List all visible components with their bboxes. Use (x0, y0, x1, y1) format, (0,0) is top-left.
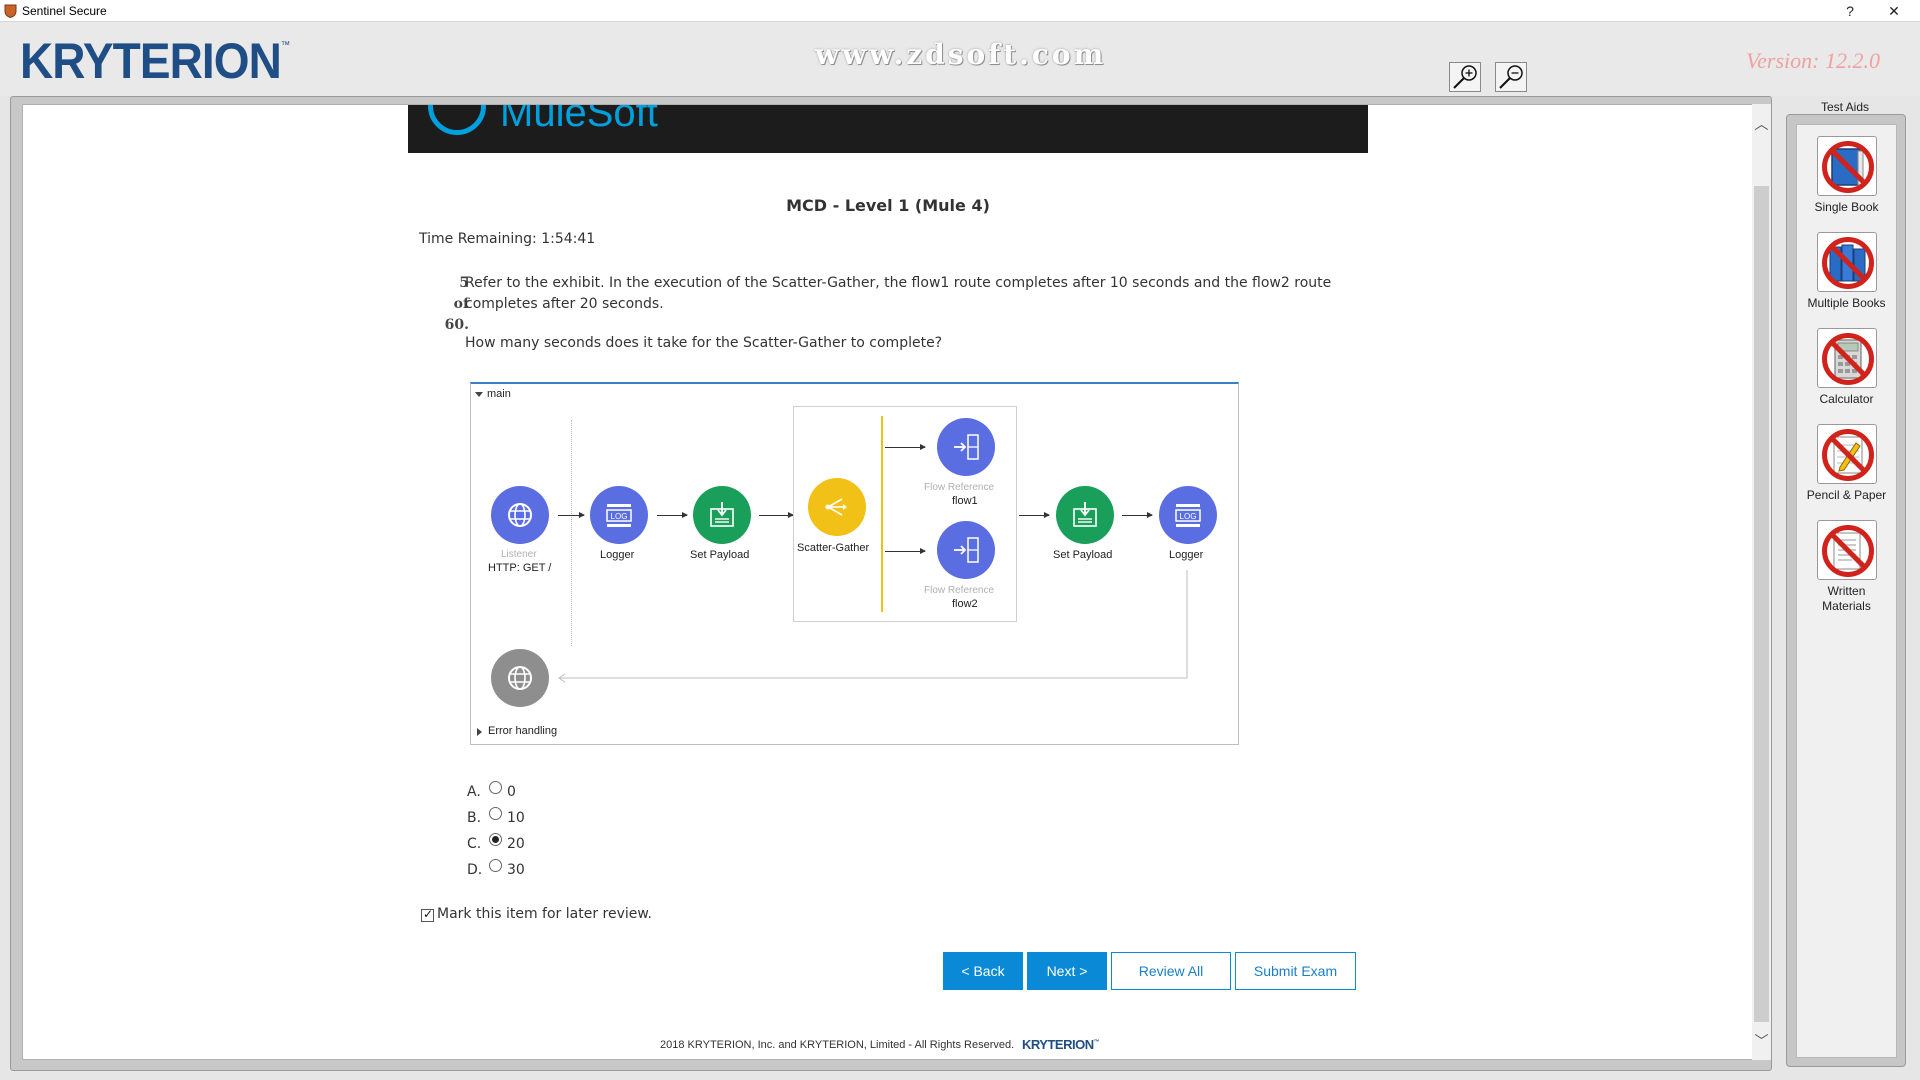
help-button[interactable]: ? (1830, 1, 1870, 21)
question-total: 60. (444, 317, 469, 333)
answer-value: 20 (507, 836, 525, 852)
scroll-down-icon[interactable]: ﹀ (1752, 1031, 1771, 1051)
pencil-paper-icon (1816, 424, 1877, 484)
scroll-thumb[interactable] (1754, 186, 1769, 1022)
time-remaining: Time Remaining: 1:54:41 (419, 231, 596, 247)
answer-radio-a[interactable] (489, 781, 502, 794)
close-window-button[interactable]: ✕ (1874, 1, 1914, 21)
calculator-icon (1816, 328, 1877, 388)
return-path-line (558, 570, 1188, 683)
footer-logo: KRYTERION™ (1022, 1037, 1100, 1052)
test-aids-title: Test Aids (1820, 100, 1870, 114)
answer-radio-c[interactable] (489, 833, 502, 846)
next-button[interactable]: Next > (1027, 952, 1107, 990)
exhibit-diagram: main Listener HTTP: GET / LOG Logger Set… (470, 382, 1239, 745)
aid-label: Calculator (1819, 392, 1874, 406)
aid-multiple-books[interactable]: Multiple Books (1796, 232, 1897, 311)
mark-for-review-label: Mark this item for later review. (437, 906, 652, 922)
exam-title: MCD - Level 1 (Mule 4) (786, 196, 990, 215)
answer-radio-d[interactable] (489, 859, 502, 872)
question-current: 5 (459, 275, 469, 291)
vertical-scrollbar[interactable]: ︿ ﹀ (1752, 104, 1771, 1060)
mulesoft-logo-icon (428, 105, 486, 135)
error-handling-label: Error handling (488, 725, 558, 737)
scroll-up-icon[interactable]: ︿ (1752, 114, 1771, 134)
aid-calculator[interactable]: Calculator (1796, 328, 1897, 407)
prohibited-icon (1821, 237, 1874, 289)
prohibited-icon (1821, 141, 1874, 193)
answer-letter: B. (467, 810, 482, 826)
answer-value: 0 (507, 784, 516, 800)
review-all-button[interactable]: Review All (1111, 952, 1231, 990)
zoom-out-button[interactable] (1495, 62, 1527, 92)
question-number: 5 of 60. (423, 273, 469, 336)
prohibited-icon (1821, 429, 1874, 481)
footer-logo-text: KRYTERION (1022, 1037, 1094, 1052)
prohibited-icon (1821, 525, 1874, 577)
app-header: KRYTERION™ www.zdsoft.com Version: 12.2.… (0, 22, 1920, 96)
mulesoft-banner: MuleSoft (408, 105, 1368, 153)
aid-label: Written Materials (1822, 584, 1871, 613)
zoom-in-icon (1453, 65, 1477, 89)
exam-content: MuleSoft MCD - Level 1 (Mule 4) Time Rem… (22, 104, 1753, 1060)
aid-written-materials[interactable]: Written Materials (1796, 520, 1897, 614)
multiple-books-icon (1816, 232, 1877, 292)
answer-letter: C. (467, 836, 482, 852)
logo-tm: ™ (280, 40, 291, 51)
mark-for-review-checkbox[interactable] (421, 907, 434, 922)
logo-text: KRYTERION (20, 33, 282, 89)
back-button[interactable]: < Back (943, 952, 1023, 990)
aid-label: Multiple Books (1807, 296, 1886, 310)
window-title-bar: Sentinel Secure ? ✕ (0, 0, 1920, 22)
aid-label: Single Book (1814, 200, 1879, 214)
single-book-icon (1816, 136, 1877, 196)
kryterion-logo: KRYTERION™ (20, 32, 290, 90)
shield-app-icon (4, 4, 17, 18)
banner-brand: MuleSoft (500, 105, 658, 135)
answer-letter: A. (467, 784, 481, 800)
zoom-in-button[interactable] (1449, 62, 1481, 92)
aid-single-book[interactable]: Single Book (1796, 136, 1897, 215)
prohibited-icon (1821, 333, 1874, 385)
answer-letter: D. (467, 862, 483, 878)
question-of: of (453, 296, 469, 312)
footer-copyright: 2018 KRYTERION, Inc. and KRYTERION, Limi… (660, 1039, 1015, 1051)
zoom-out-icon (1499, 65, 1523, 89)
watermark-text: www.zdsoft.com (815, 38, 1107, 71)
submit-exam-button[interactable]: Submit Exam (1235, 952, 1356, 990)
error-handler-node (491, 649, 549, 707)
version-label: Version: 12.2.0 (1746, 48, 1880, 73)
globe-icon (508, 666, 532, 690)
answer-value: 30 (507, 862, 525, 878)
written-materials-icon (1816, 520, 1877, 580)
question-ask: How many seconds does it take for the Sc… (465, 335, 943, 351)
question-text: Refer to the exhibit. In the execution o… (465, 275, 1332, 312)
answer-value: 10 (507, 810, 525, 826)
aid-label: Pencil & Paper (1806, 488, 1887, 502)
answer-radio-b[interactable] (489, 807, 502, 820)
footer: 2018 KRYTERION, Inc. and KRYTERION, Limi… (660, 1037, 1100, 1052)
expand-triangle-icon (477, 728, 482, 736)
window-title: Sentinel Secure (22, 4, 107, 18)
aid-pencil-paper[interactable]: Pencil & Paper (1796, 424, 1897, 503)
footer-logo-tm: ™ (1093, 1039, 1100, 1046)
